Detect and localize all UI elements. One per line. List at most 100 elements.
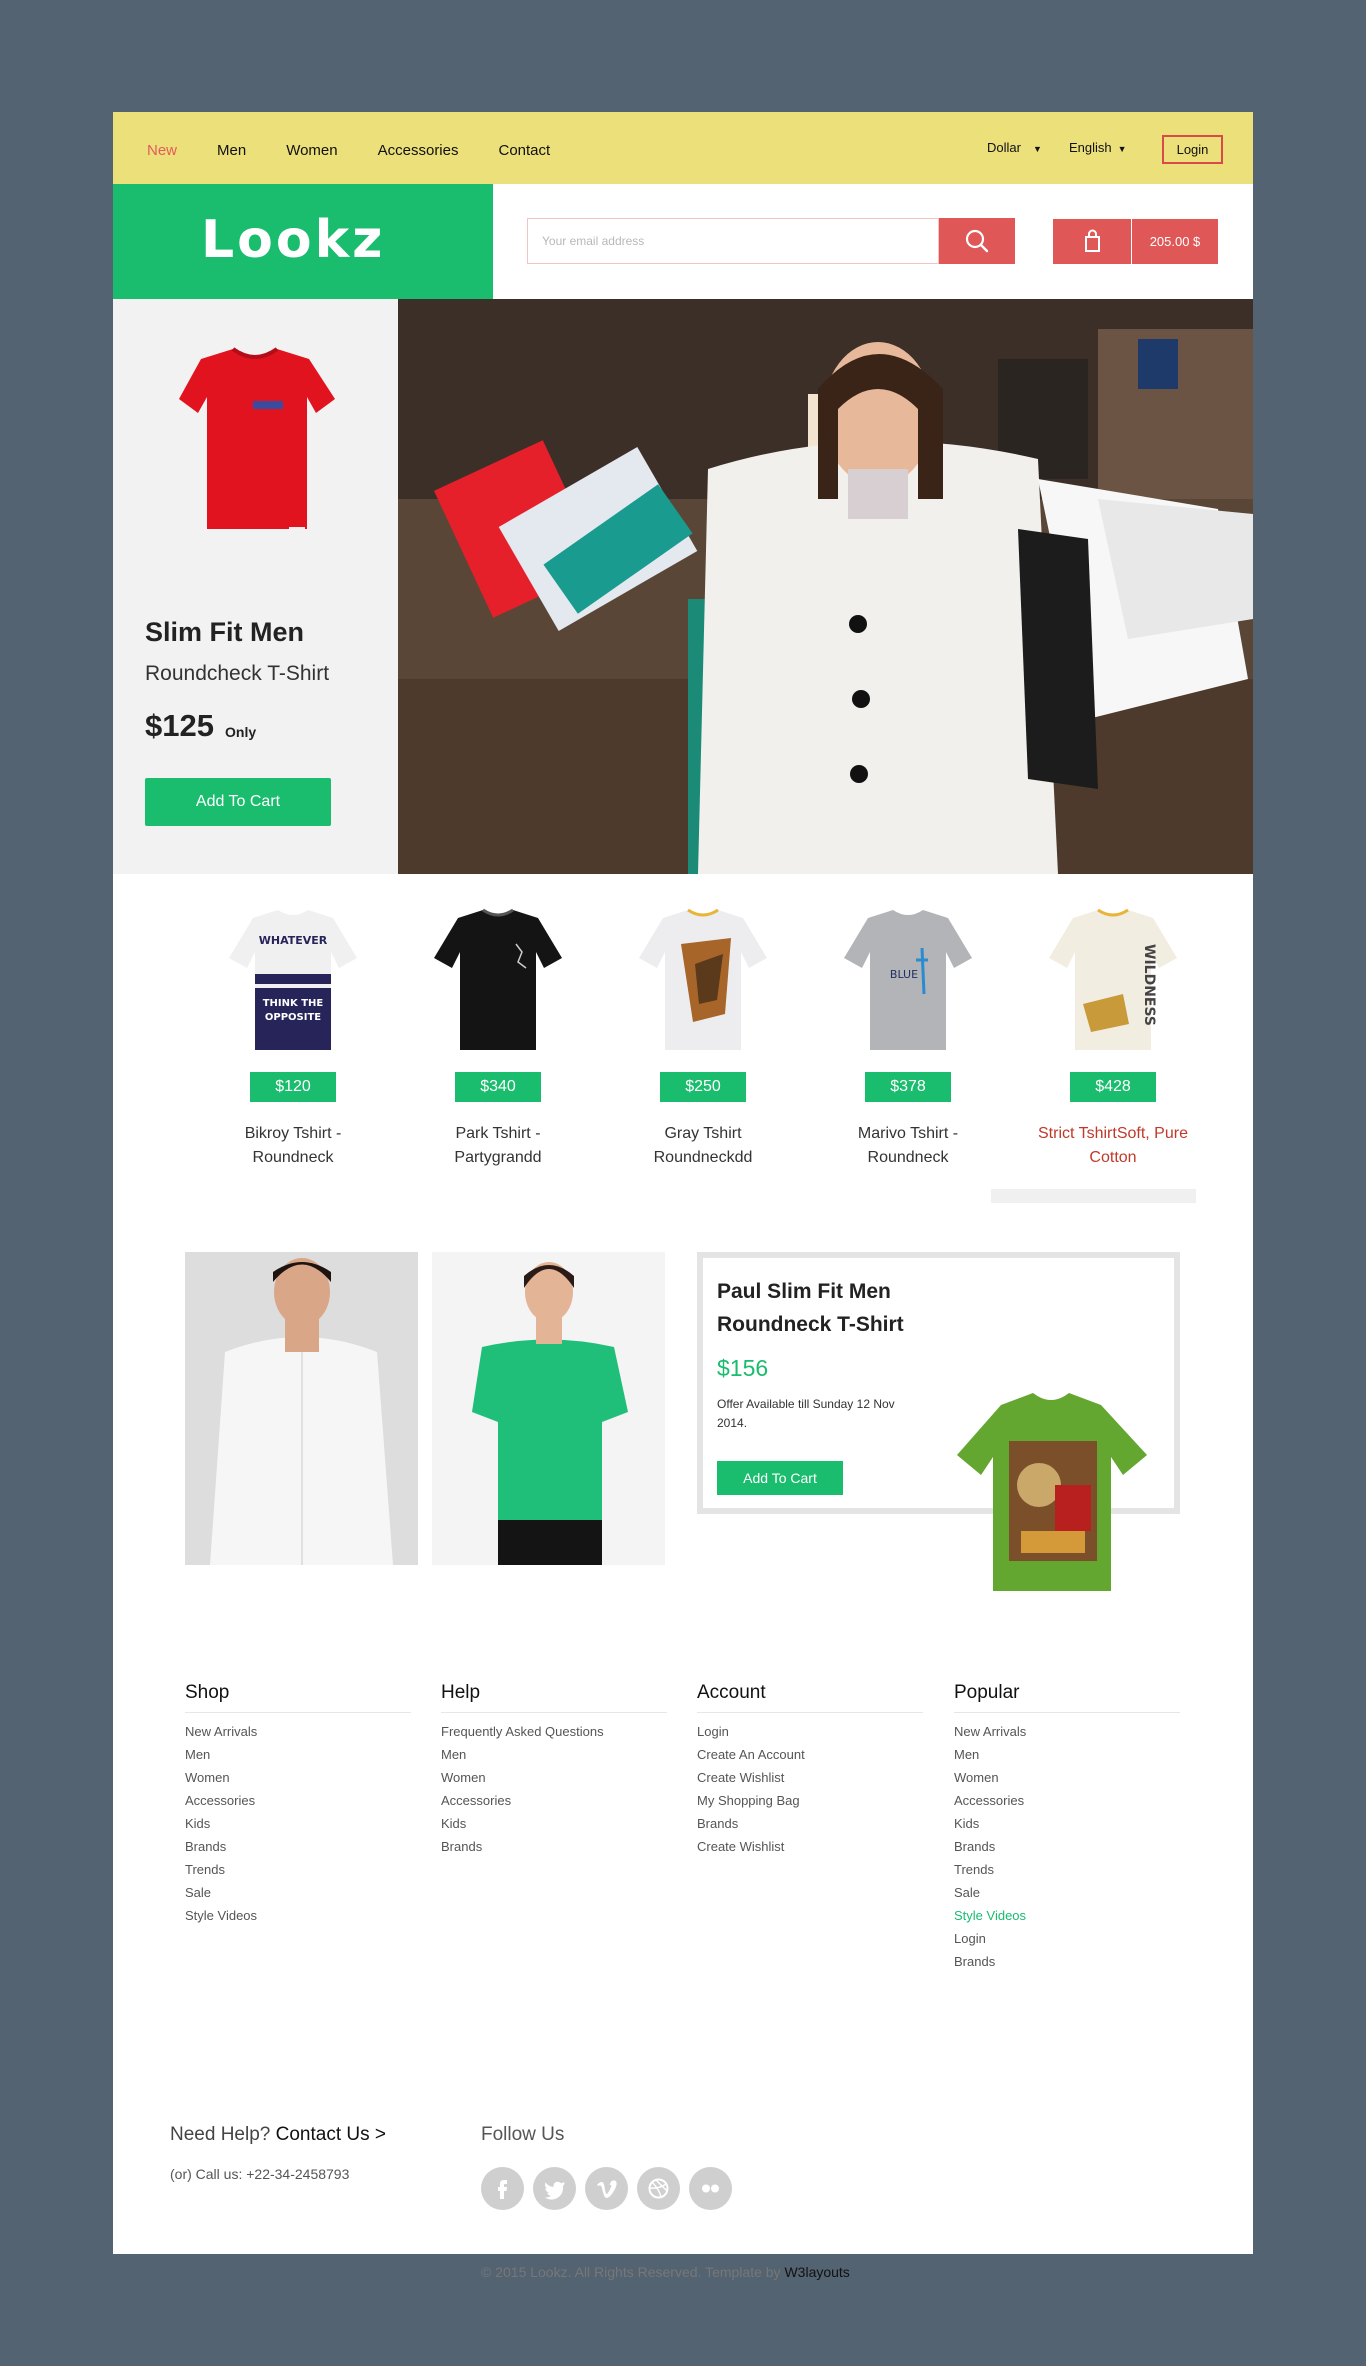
tshirt-image: [413, 904, 583, 1054]
currency-select[interactable]: Dollar ▼: [987, 140, 1042, 155]
hero-banner-image: [398, 299, 1253, 874]
language-select[interactable]: English ▼: [1069, 140, 1127, 155]
caret-down-icon: ▼: [1032, 144, 1042, 154]
product-card[interactable]: WHATEVER THINK THE OPPOSITE $120 Bikroy …: [208, 904, 378, 1170]
product-name-line: Roundneck: [252, 1149, 334, 1166]
w3layouts-link[interactable]: W3layouts: [784, 2264, 849, 2280]
footer-link[interactable]: New Arrivals: [185, 1720, 411, 1743]
product-name-line: Strict TshirtSoft, Pure: [1038, 1125, 1188, 1142]
cart-button[interactable]: [1053, 219, 1131, 264]
footer-link[interactable]: Create Wishlist: [697, 1766, 923, 1789]
footer-link[interactable]: Women: [185, 1766, 411, 1789]
product-name-line: Partygrandd: [454, 1149, 542, 1166]
footer-heading: Popular: [954, 1682, 1180, 1713]
social-links: [481, 2167, 741, 2210]
footer-link[interactable]: Men: [954, 1743, 1180, 1766]
footer-link[interactable]: Women: [954, 1766, 1180, 1789]
svg-text:THINK THE: THINK THE: [263, 998, 324, 1009]
dribbble-icon[interactable]: [637, 2167, 680, 2210]
language-label: English: [1069, 140, 1112, 155]
footer-link[interactable]: Brands: [954, 1950, 1180, 1973]
search-input[interactable]: [527, 218, 939, 264]
men-model-image[interactable]: [185, 1252, 418, 1565]
product-price: $378: [865, 1072, 951, 1102]
product-name: Park Tshirt - Partygrandd: [413, 1122, 583, 1170]
facebook-icon[interactable]: [481, 2167, 524, 2210]
nav-item-women[interactable]: Women: [286, 142, 337, 159]
product-card[interactable]: $340 Park Tshirt - Partygrandd: [413, 904, 583, 1170]
logo[interactable]: Lookz: [113, 184, 493, 299]
tshirt-image: WHATEVER THINK THE OPPOSITE: [208, 904, 378, 1054]
search-button[interactable]: [939, 218, 1015, 264]
product-price: $428: [1070, 1072, 1156, 1102]
footer-link[interactable]: Login: [697, 1720, 923, 1743]
women-model-image[interactable]: [432, 1252, 665, 1565]
green-tshirt-image: [951, 1385, 1161, 1600]
cart-total[interactable]: 205.00 $: [1132, 219, 1218, 264]
footer-link[interactable]: Trends: [954, 1858, 1180, 1881]
flickr-icon[interactable]: [689, 2167, 732, 2210]
svg-text:WILDNESS: WILDNESS: [1141, 944, 1157, 1026]
footer-link[interactable]: Accessories: [185, 1789, 411, 1812]
nav-item-new[interactable]: New: [147, 142, 177, 159]
copyright-text: © 2015 Lookz. All Rights Reserved. Templ…: [481, 2264, 781, 2280]
product-name-line: Roundneckdd: [653, 1149, 753, 1166]
footer-link[interactable]: Style Videos: [185, 1904, 411, 1927]
caret-down-icon: ▼: [1117, 144, 1127, 154]
footer-link[interactable]: Brands: [185, 1835, 411, 1858]
offer-add-to-cart-button[interactable]: Add To Cart: [717, 1461, 843, 1495]
footer-link[interactable]: Create An Account: [697, 1743, 923, 1766]
footer-link[interactable]: Style Videos: [954, 1904, 1180, 1927]
footer-column-shop: Shop New Arrivals Men Women Accessories …: [185, 1682, 411, 1927]
footer-link[interactable]: Login: [954, 1927, 1180, 1950]
product-card[interactable]: $250 Gray Tshirt Roundneckdd: [618, 904, 788, 1170]
product-card[interactable]: BLUE $378 Marivo Tshirt - Roundneck: [823, 904, 993, 1170]
hero-add-to-cart-button[interactable]: Add To Cart: [145, 778, 331, 826]
footer-link[interactable]: Kids: [441, 1812, 667, 1835]
footer-link[interactable]: Kids: [185, 1812, 411, 1835]
logo-text: Lookz: [201, 210, 386, 270]
twitter-icon[interactable]: [533, 2167, 576, 2210]
product-name-line: Gray Tshirt: [664, 1125, 742, 1142]
footer-link[interactable]: Kids: [954, 1812, 1180, 1835]
footer-link[interactable]: Men: [185, 1743, 411, 1766]
product-name: Gray Tshirt Roundneckdd: [618, 1122, 788, 1170]
nav-item-accessories[interactable]: Accessories: [378, 142, 459, 159]
call-us-text: (or) Call us: +22-34-2458793: [170, 2166, 350, 2182]
footer-link[interactable]: Accessories: [441, 1789, 667, 1812]
nav-item-men[interactable]: Men: [217, 142, 246, 159]
hero-price: $125: [145, 708, 214, 743]
product-card[interactable]: WILDNESS $428 Strict TshirtSoft, Pure Co…: [1028, 904, 1198, 1170]
footer-link[interactable]: Sale: [185, 1881, 411, 1904]
login-button[interactable]: Login: [1162, 135, 1223, 164]
tshirt-image: BLUE: [823, 904, 993, 1054]
footer-link[interactable]: Women: [441, 1766, 667, 1789]
footer-link[interactable]: Create Wishlist: [697, 1835, 923, 1858]
footer-link[interactable]: New Arrivals: [954, 1720, 1180, 1743]
footer-link[interactable]: My Shopping Bag: [697, 1789, 923, 1812]
footer-column-account: Account Login Create An Account Create W…: [697, 1682, 923, 1858]
svg-text:BLUE: BLUE: [890, 968, 918, 981]
carousel-scrollbar[interactable]: [991, 1189, 1196, 1203]
footer-link[interactable]: Brands: [441, 1835, 667, 1858]
vimeo-icon[interactable]: [585, 2167, 628, 2210]
tshirt-image: WILDNESS: [1028, 904, 1198, 1054]
product-name-line: Cotton: [1089, 1149, 1137, 1166]
footer-link[interactable]: Sale: [954, 1881, 1180, 1904]
product-price: $250: [660, 1072, 746, 1102]
footer-link[interactable]: Men: [441, 1743, 667, 1766]
tshirt-image: [618, 904, 788, 1054]
footer-heading: Account: [697, 1682, 923, 1713]
footer-link[interactable]: Trends: [185, 1858, 411, 1881]
hero-title: Slim Fit Men: [145, 617, 305, 647]
footer-link[interactable]: Brands: [697, 1812, 923, 1835]
offer-price: $156: [717, 1355, 769, 1381]
page: New Men Women Accessories Contact Dollar…: [113, 112, 1253, 2280]
footer-link[interactable]: Accessories: [954, 1789, 1180, 1812]
footer-link[interactable]: Frequently Asked Questions: [441, 1720, 667, 1743]
product-name-line: Marivo Tshirt -: [857, 1125, 959, 1142]
nav-item-contact[interactable]: Contact: [498, 142, 550, 159]
product-name: Bikroy Tshirt - Roundneck: [208, 1122, 378, 1170]
contact-us-link[interactable]: Contact Us >: [276, 2124, 386, 2145]
footer-link[interactable]: Brands: [954, 1835, 1180, 1858]
